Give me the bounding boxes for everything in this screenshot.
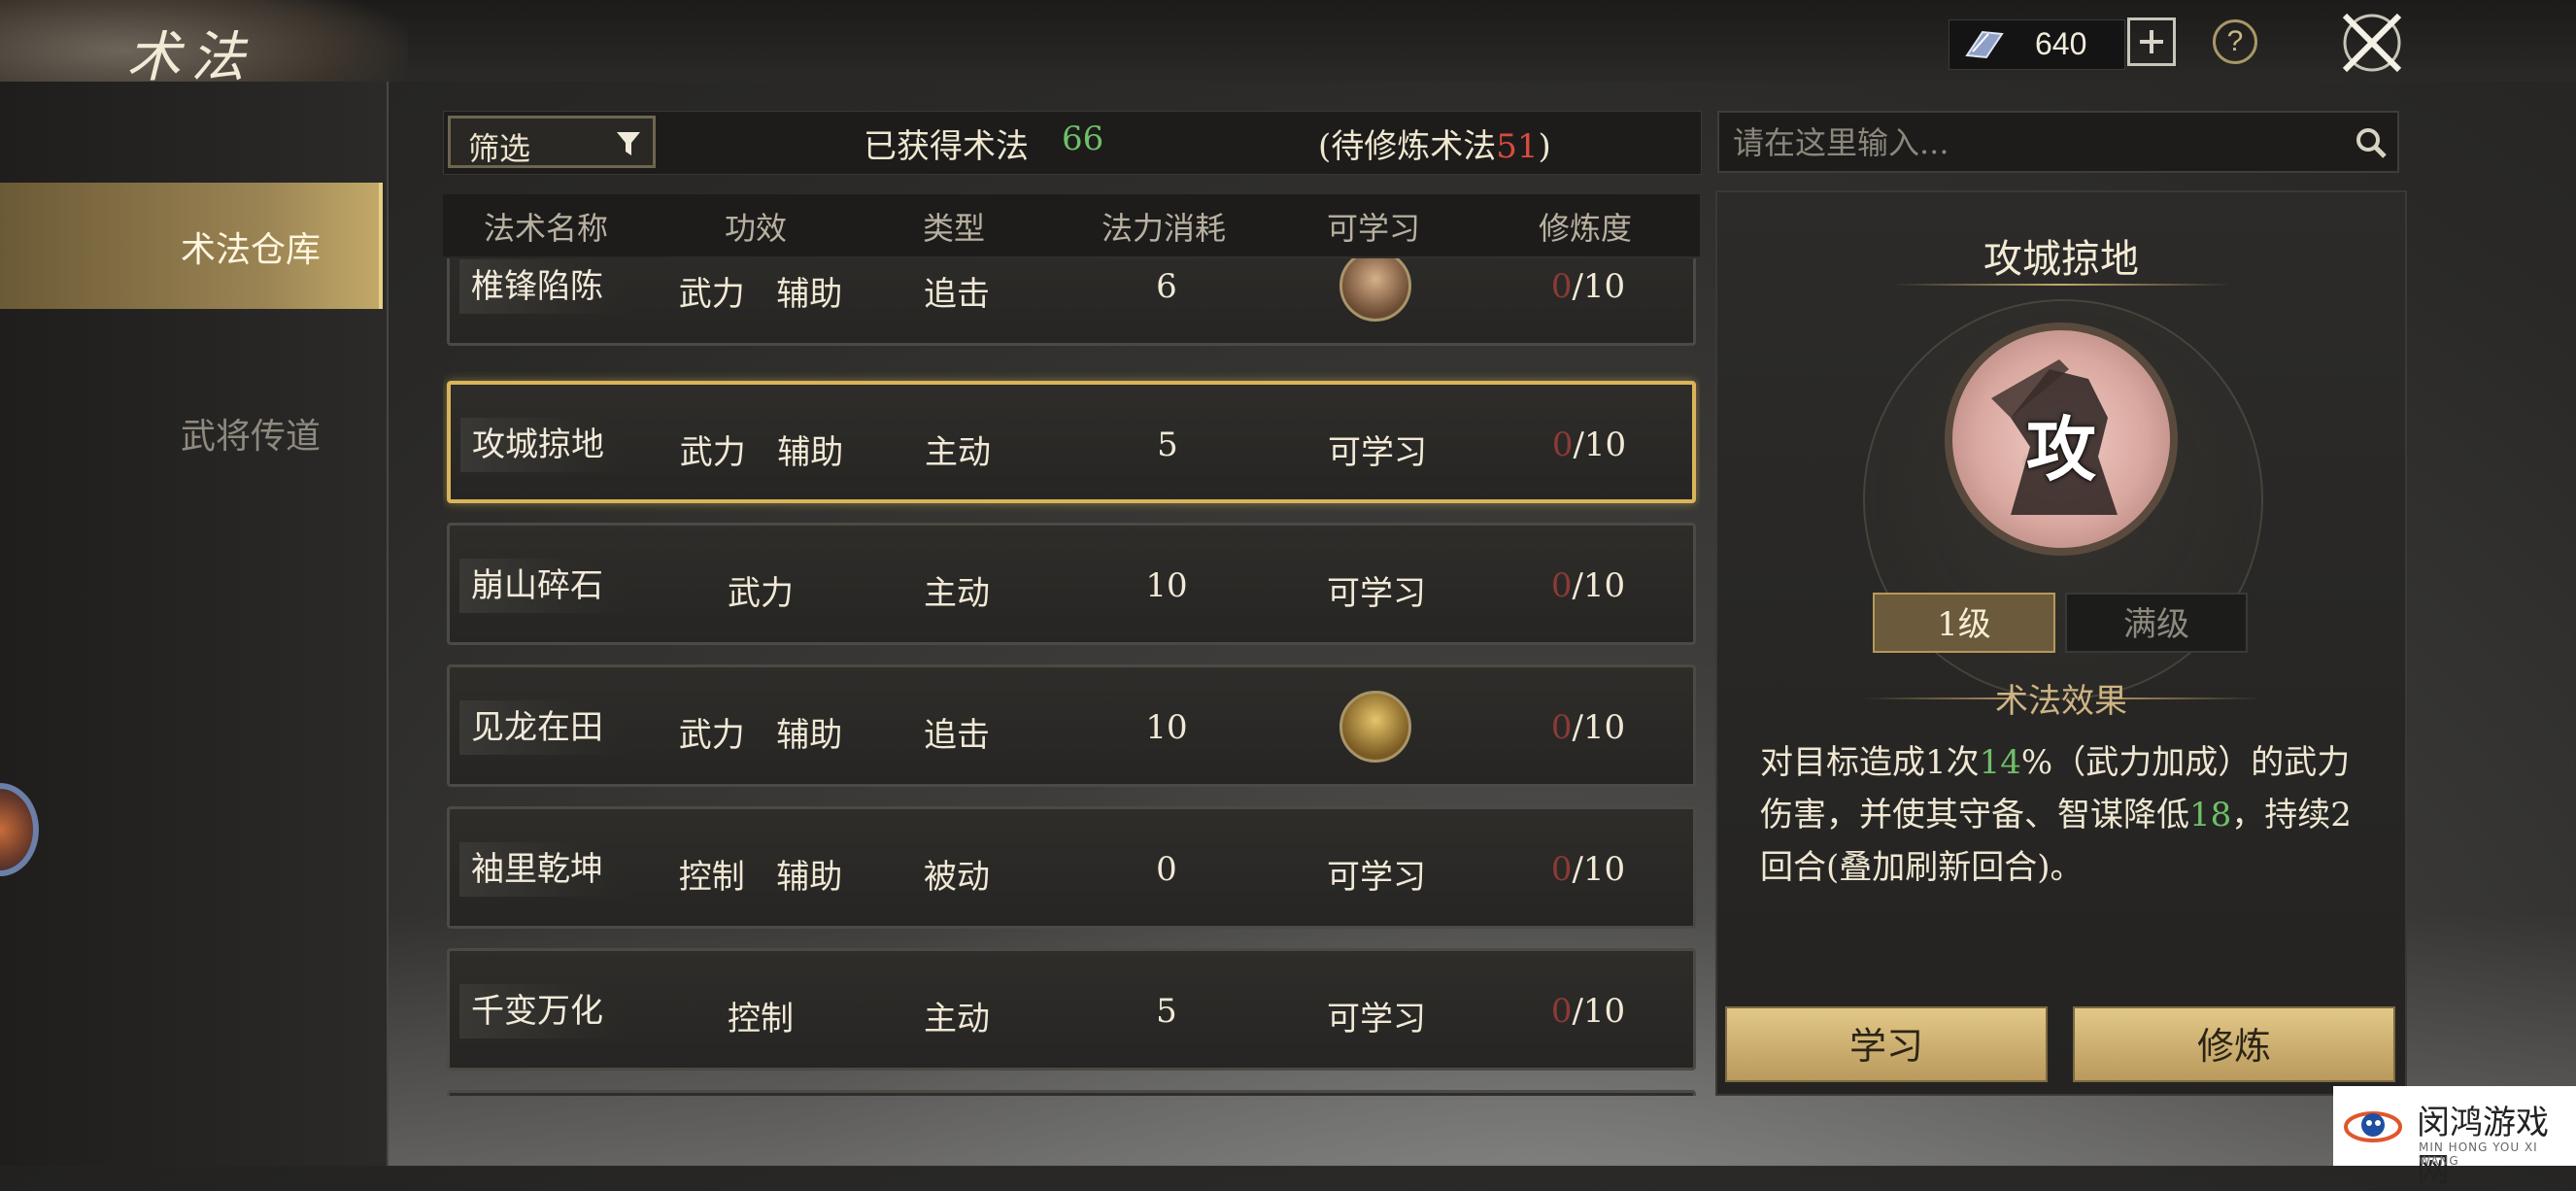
skill-progress: 0/10 bbox=[1550, 850, 1626, 889]
funnel-icon bbox=[617, 132, 640, 155]
learn-button[interactable]: 学习 bbox=[1725, 1006, 2048, 1082]
skill-effect: 武力 bbox=[728, 574, 794, 613]
table-row[interactable]: 崩山碎石 武力 主动 10 可学习 0/10 bbox=[447, 523, 1696, 645]
skill-name: 崩山碎石 bbox=[459, 559, 628, 613]
skill-type: 主动 bbox=[925, 433, 991, 472]
skill-learnable: 可学习 bbox=[1327, 858, 1426, 897]
filter-bar: 筛选 已获得术法 66 (待修炼术法51) bbox=[443, 111, 1702, 175]
column-header: 法术名称 bbox=[483, 210, 608, 247]
skill-cost: 10 bbox=[1145, 708, 1188, 747]
effect-description: 对目标造成1次14%（武力加成）的武力伤害，并使其守备、智谋降低18，持续2回合… bbox=[1760, 743, 2352, 887]
close-icon[interactable] bbox=[2333, 4, 2411, 82]
search-icon[interactable] bbox=[2355, 126, 2388, 159]
skill-type: 追击 bbox=[924, 716, 990, 755]
column-header: 功效 bbox=[724, 210, 787, 247]
table-row[interactable]: 见龙在田 武力 辅助 追击 10 0/10 bbox=[447, 664, 1696, 787]
add-currency-button[interactable] bbox=[2127, 17, 2176, 66]
train-button[interactable]: 修炼 bbox=[2073, 1006, 2395, 1082]
skill-type: 主动 bbox=[924, 574, 990, 613]
effect-heading: 术法效果 bbox=[1995, 682, 2127, 721]
pending-count: 51 bbox=[1496, 127, 1539, 166]
general-avatar bbox=[1339, 691, 1411, 763]
pending-info: (待修炼术法51) bbox=[1318, 127, 1551, 166]
sidebar-item-label[interactable]: 术法仓库 bbox=[181, 221, 321, 272]
skill-effect: 武力 辅助 bbox=[679, 433, 844, 472]
currency-display: 640 bbox=[1949, 19, 2125, 70]
skill-learnable: 可学习 bbox=[1327, 574, 1426, 613]
title-divider bbox=[1892, 284, 2230, 286]
obtained-label: 已获得术法 bbox=[864, 127, 1029, 166]
general-avatar bbox=[1339, 258, 1411, 322]
search-box[interactable] bbox=[1717, 111, 2399, 173]
table-row[interactable]: 袖里乾坤 控制 辅助 被动 0 可学习 0/10 bbox=[447, 806, 1696, 929]
skill-cost: 5 bbox=[1157, 425, 1178, 464]
book-icon bbox=[1965, 30, 2004, 59]
level-max-tab[interactable]: 满级 bbox=[2065, 593, 2248, 653]
skill-cost: 6 bbox=[1156, 267, 1177, 306]
skill-detail-panel: 攻城掠地 攻 1级 满级 术法效果 对目标造成1次14%（武力加成）的武力伤害，… bbox=[1715, 190, 2407, 1096]
skill-name: 见龙在田 bbox=[459, 700, 628, 755]
table-row-selected[interactable]: 攻城掠地 武力 辅助 主动 5 可学习 0/10 bbox=[447, 381, 1696, 503]
skill-progress: 0/10 bbox=[1550, 708, 1626, 747]
table-row[interactable]: 千变万化 控制 主动 5 可学习 0/10 bbox=[447, 948, 1696, 1071]
skill-icon: 攻 bbox=[1945, 323, 2178, 556]
skill-progress: 0/10 bbox=[1550, 267, 1626, 306]
skill-name: 袖里乾坤 bbox=[459, 842, 628, 897]
skill-type: 追击 bbox=[924, 275, 990, 314]
skill-name: 攻城掠地 bbox=[460, 418, 629, 472]
filter-button[interactable]: 筛选 bbox=[448, 116, 656, 168]
currency-value: 640 bbox=[2035, 26, 2087, 61]
column-header: 类型 bbox=[922, 210, 985, 247]
filter-label: 筛选 bbox=[468, 130, 531, 167]
watermark-logo bbox=[2344, 1111, 2402, 1142]
skill-learnable: 可学习 bbox=[1327, 1000, 1426, 1038]
sidebar-item-general-teaching[interactable]: 武将传道 bbox=[181, 408, 321, 459]
skill-effect: 武力 辅助 bbox=[678, 275, 843, 314]
skill-list: 椎锋陷陈 武力 辅助 追击 6 0/10 攻城掠地 武力 辅助 主动 5 可学习… bbox=[443, 258, 1700, 1096]
obtained-count: 66 bbox=[1062, 119, 1104, 158]
skill-effect: 武力 辅助 bbox=[678, 716, 843, 755]
skill-icon-char: 攻 bbox=[2025, 408, 2096, 491]
table-row[interactable] bbox=[447, 1090, 1696, 1096]
skill-progress: 0/10 bbox=[1550, 992, 1626, 1031]
skill-progress: 0/10 bbox=[1551, 425, 1627, 464]
help-button[interactable]: ? bbox=[2213, 19, 2257, 64]
skill-name: 千变万化 bbox=[459, 984, 628, 1038]
column-header: 法力消耗 bbox=[1101, 210, 1226, 247]
skill-progress: 0/10 bbox=[1550, 566, 1626, 605]
watermark: 闵鸿游戏网 MIN HONG YOU XI WANG bbox=[2333, 1086, 2576, 1190]
skill-type: 被动 bbox=[924, 858, 990, 897]
skill-detail-title: 攻城掠地 bbox=[1983, 237, 2139, 282]
watermark-subtitle: MIN HONG YOU XI WANG bbox=[2419, 1140, 2538, 1168]
skill-effect: 控制 bbox=[728, 1000, 794, 1038]
skill-learnable: 可学习 bbox=[1328, 433, 1427, 472]
search-input[interactable] bbox=[1731, 120, 2318, 165]
table-header: 法术名称 功效 类型 法力消耗 可学习 修炼度 bbox=[443, 194, 1700, 256]
skill-type: 主动 bbox=[924, 1000, 990, 1038]
page-title: 术法 bbox=[126, 26, 254, 89]
skill-cost: 0 bbox=[1156, 850, 1177, 889]
skill-cost: 5 bbox=[1156, 992, 1177, 1031]
level-1-tab[interactable]: 1级 bbox=[1873, 593, 2055, 653]
column-header: 修炼度 bbox=[1538, 210, 1632, 247]
table-row[interactable]: 椎锋陷陈 武力 辅助 追击 6 0/10 bbox=[447, 258, 1696, 346]
skill-name: 椎锋陷陈 bbox=[459, 259, 628, 314]
skill-effect: 控制 辅助 bbox=[678, 858, 843, 897]
skill-cost: 10 bbox=[1145, 566, 1188, 605]
column-header: 可学习 bbox=[1326, 210, 1420, 247]
